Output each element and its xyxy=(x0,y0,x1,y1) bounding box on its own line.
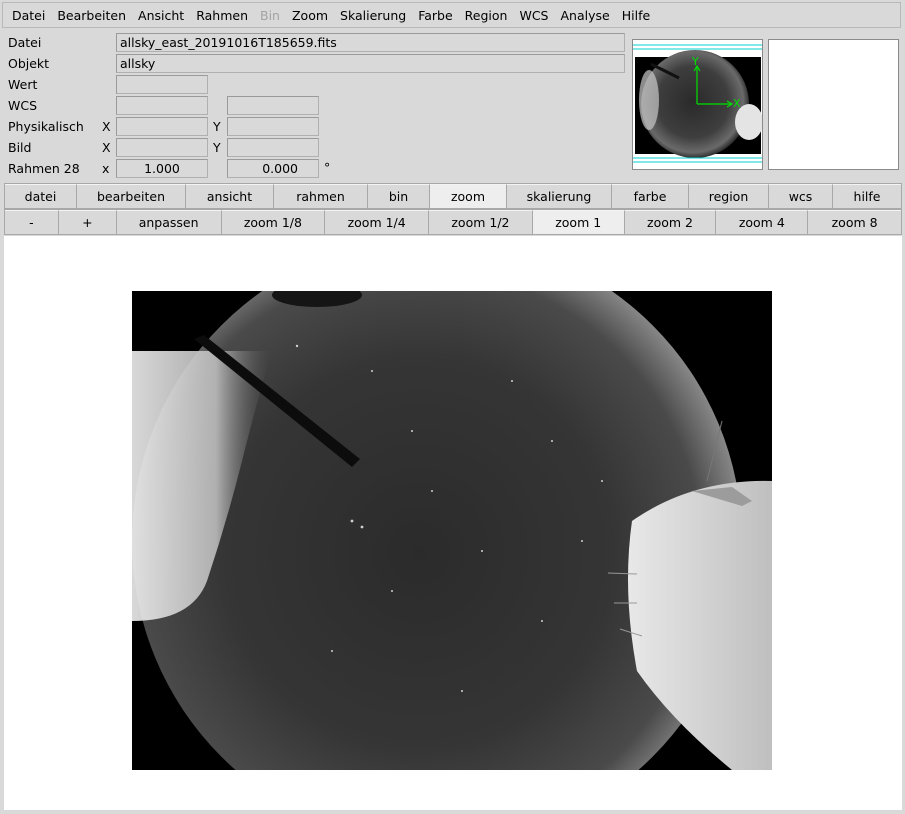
button-zoom-4[interactable]: zoom 4 xyxy=(716,210,809,234)
object-field: allsky xyxy=(116,54,625,73)
zoom-buttonbar: - + anpassen zoom 1/8 zoom 1/4 zoom 1/2 … xyxy=(4,209,902,235)
physical-y-field xyxy=(227,117,319,136)
menu-ansicht[interactable]: Ansicht xyxy=(133,8,191,23)
panner[interactable]: Y X xyxy=(632,39,763,170)
image-x-field xyxy=(116,138,208,157)
menu-rahmen[interactable]: Rahmen xyxy=(191,8,255,23)
wcs-field-2 xyxy=(227,96,319,115)
file-label: Datei xyxy=(8,35,42,50)
button-bin[interactable]: bin xyxy=(368,184,430,208)
menu-bearbeiten[interactable]: Bearbeiten xyxy=(52,8,133,23)
button-zoom-1-4[interactable]: zoom 1/4 xyxy=(325,210,430,234)
value-field xyxy=(116,75,208,94)
angle-value-field: 0.000 xyxy=(227,159,319,178)
object-label: Objekt xyxy=(8,56,50,71)
button-farbe[interactable]: farbe xyxy=(612,184,689,208)
menu-analyse[interactable]: Analyse xyxy=(556,8,617,23)
image-x-label: X xyxy=(102,140,111,155)
button-zoom-1-2[interactable]: zoom 1/2 xyxy=(429,210,533,234)
physical-y-label: Y xyxy=(213,119,221,134)
panner-x-label: X xyxy=(733,97,741,110)
button-skalierung[interactable]: skalierung xyxy=(507,184,612,208)
button-zoom-8[interactable]: zoom 8 xyxy=(808,210,901,234)
button-zoom-out[interactable]: - xyxy=(5,210,59,234)
button-zoom-1[interactable]: zoom 1 xyxy=(532,210,625,234)
menu-hilfe[interactable]: Hilfe xyxy=(617,8,657,23)
major-buttonbar: datei bearbeiten ansicht rahmen bin zoom… xyxy=(4,183,902,209)
button-datei[interactable]: datei xyxy=(5,184,77,208)
frame-x-label: x xyxy=(102,161,110,176)
wcs-field-1 xyxy=(116,96,208,115)
physical-x-label: X xyxy=(102,119,111,134)
menu-wcs[interactable]: WCS xyxy=(514,8,555,23)
value-label: Wert xyxy=(8,77,38,92)
file-field: allsky_east_20191016T185659.fits xyxy=(116,33,625,52)
zoom-value-field: 1.000 xyxy=(116,159,208,178)
button-zoom[interactable]: zoom xyxy=(430,184,507,208)
frame-label: Rahmen 28 xyxy=(8,161,80,176)
button-hilfe[interactable]: hilfe xyxy=(833,184,901,208)
button-region[interactable]: region xyxy=(689,184,769,208)
button-wcs[interactable]: wcs xyxy=(769,184,833,208)
menu-skalierung[interactable]: Skalierung xyxy=(335,8,413,23)
physical-x-field xyxy=(116,117,208,136)
physical-label: Physikalisch xyxy=(8,119,84,134)
info-panel: Datei allsky_east_20191016T185659.fits O… xyxy=(0,32,630,180)
wcs-label: WCS xyxy=(8,98,38,113)
button-zoom-in[interactable]: + xyxy=(58,210,117,234)
fits-image[interactable] xyxy=(132,291,772,770)
button-zoom-1-8[interactable]: zoom 1/8 xyxy=(221,210,326,234)
menu-zoom[interactable]: Zoom xyxy=(287,8,335,23)
menu-farbe[interactable]: Farbe xyxy=(413,8,459,23)
button-rahmen[interactable]: rahmen xyxy=(274,184,368,208)
button-bearbeiten[interactable]: bearbeiten xyxy=(77,184,186,208)
image-canvas[interactable] xyxy=(4,236,902,810)
menubar: Datei Bearbeiten Ansicht Rahmen Bin Zoom… xyxy=(2,2,901,28)
button-ansicht[interactable]: ansicht xyxy=(186,184,274,208)
magnifier xyxy=(768,39,899,170)
degree-symbol: ° xyxy=(324,160,331,175)
image-y-field xyxy=(227,138,319,157)
image-y-label: Y xyxy=(213,140,221,155)
allsky-image xyxy=(132,291,772,770)
panner-y-label: Y xyxy=(692,55,699,68)
menu-bin: Bin xyxy=(260,7,280,23)
button-zoom-fit[interactable]: anpassen xyxy=(116,210,222,234)
menu-region[interactable]: Region xyxy=(460,8,515,23)
image-label: Bild xyxy=(8,140,32,155)
button-zoom-2[interactable]: zoom 2 xyxy=(624,210,717,234)
menu-datei[interactable]: Datei xyxy=(7,8,52,23)
